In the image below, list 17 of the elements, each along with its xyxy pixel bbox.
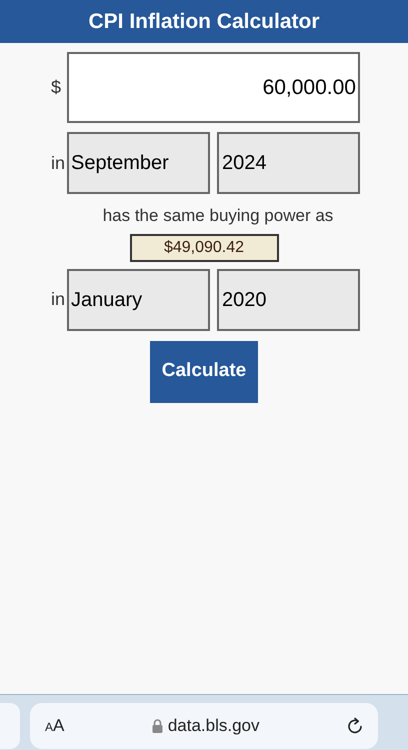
comparison-text: has the same buying power as <box>102 205 334 227</box>
currency-label: $ <box>50 76 62 99</box>
address-bar[interactable]: AA data.bls.gov <box>30 703 378 749</box>
url-text: data.bls.gov <box>168 715 260 738</box>
month-select[interactable]: January <box>67 268 210 330</box>
text-size-button[interactable]: AA <box>45 713 64 739</box>
result-value: $49,090.42 <box>130 234 278 262</box>
page-title: CPI Inflation Calculator <box>88 8 320 35</box>
year-select[interactable]: 2024 <box>217 132 360 194</box>
reload-icon[interactable] <box>347 717 363 735</box>
year-select[interactable]: 2020 <box>217 268 360 330</box>
amount-field[interactable]: 60,000.00 <box>67 52 360 123</box>
in-label: in <box>50 288 66 311</box>
calculate-button[interactable]: Calculate <box>150 340 258 402</box>
lock-icon <box>152 719 163 733</box>
month-select[interactable]: September <box>67 132 210 194</box>
in-label: in <box>50 152 66 174</box>
